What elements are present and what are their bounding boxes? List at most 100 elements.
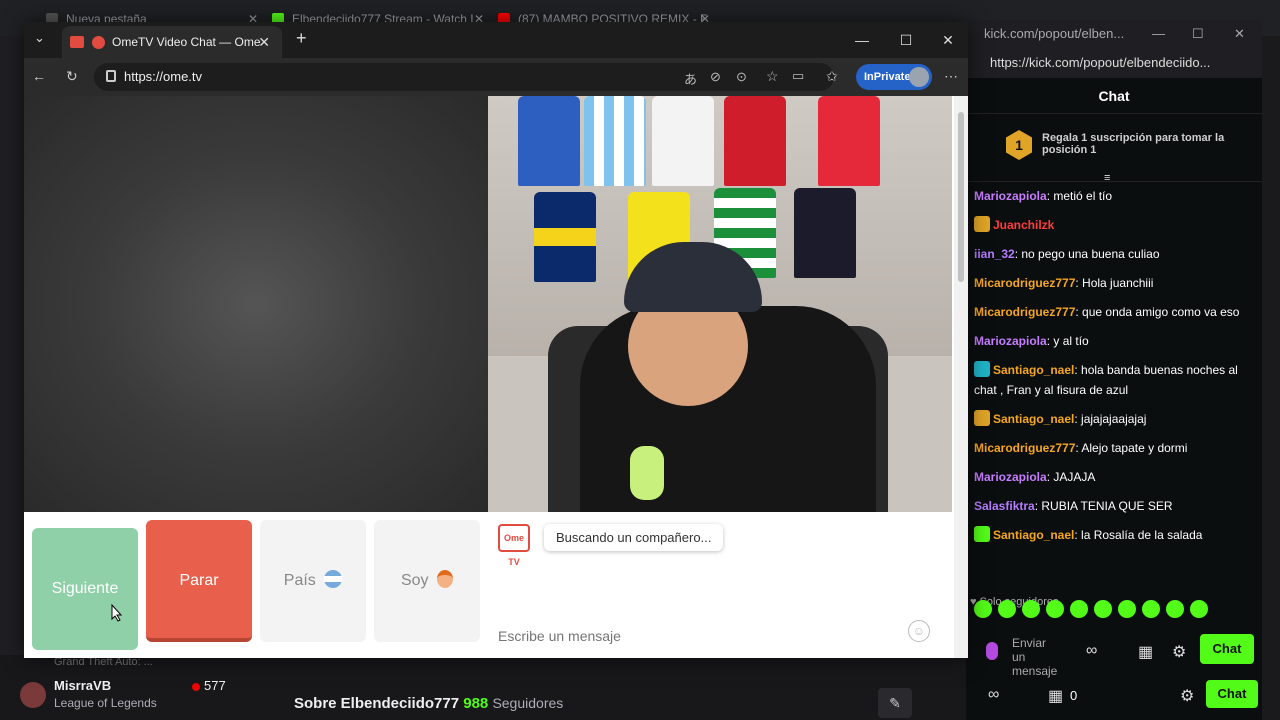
microphone-icon[interactable] bbox=[986, 642, 998, 660]
close-icon[interactable]: ✕ bbox=[1234, 20, 1245, 48]
page-scrollbar[interactable] bbox=[954, 96, 968, 658]
emote-icon[interactable] bbox=[1166, 600, 1184, 618]
kick-window-title: kick.com/popout/elben... bbox=[984, 26, 1125, 41]
tracking-prevention-icon[interactable]: ⊘ bbox=[710, 69, 721, 85]
subscriber-badge-icon bbox=[974, 410, 990, 426]
emote-icon[interactable] bbox=[1142, 600, 1160, 618]
infinity-icon[interactable]: ∞ bbox=[988, 686, 999, 704]
chat-username[interactable]: Santiago_nael bbox=[993, 528, 1074, 542]
jersey-image bbox=[818, 96, 880, 186]
chat-username[interactable]: iian_32 bbox=[974, 247, 1015, 261]
emote-icon[interactable] bbox=[1118, 600, 1136, 618]
chat-username[interactable]: Micarodriguez777 bbox=[974, 441, 1075, 455]
message-input[interactable] bbox=[498, 624, 938, 648]
status-bubble: Buscando un compañero... bbox=[544, 524, 724, 551]
emote-icon[interactable] bbox=[1022, 600, 1040, 618]
chat-username[interactable]: Santiago_nael bbox=[993, 363, 1074, 377]
chat-username[interactable]: Salasfiktra bbox=[974, 499, 1035, 513]
chat-message: Micarodriguez777: Hola juanchiii bbox=[974, 273, 1258, 293]
edit-pencil-icon[interactable]: ✎ bbox=[878, 688, 912, 718]
chat-text: jajajajaajajaj bbox=[1081, 412, 1147, 426]
chat-message: Mariozapiola: JAJAJA bbox=[974, 467, 1258, 487]
maximize-icon[interactable]: ☐ bbox=[1192, 20, 1204, 48]
edge-toolbar: ← ↻ https://ome.tv あ ⊘ ⊙ ☆ ▭ ✩ InPrivate… bbox=[24, 58, 968, 96]
emote-icon[interactable] bbox=[974, 600, 992, 618]
gender-button[interactable]: Soy bbox=[374, 520, 480, 642]
address-bar[interactable]: https://ome.tv あ ⊘ ⊙ ☆ ▭ bbox=[94, 63, 834, 91]
chat-username[interactable]: Mariozapiola bbox=[974, 470, 1047, 484]
background-right-edge bbox=[1262, 36, 1280, 720]
refresh-icon[interactable]: ↻ bbox=[66, 68, 78, 85]
translate-icon[interactable]: あ bbox=[684, 69, 697, 88]
chat-message: iian_32: no pego una buena culiao bbox=[974, 244, 1258, 264]
emote-bar[interactable] bbox=[974, 600, 1254, 624]
emote-icon[interactable] bbox=[998, 600, 1016, 618]
chat-send-button[interactable]: Chat bbox=[1200, 634, 1254, 664]
chat-username[interactable]: Santiago_nael bbox=[993, 412, 1074, 426]
chat-username[interactable]: Mariozapiola bbox=[974, 334, 1047, 348]
extension-icon[interactable]: ⊙ bbox=[736, 69, 747, 85]
infinity-icon[interactable]: ∞ bbox=[1086, 642, 1097, 660]
chat-message: Santiago_nael: hola banda buenas noches … bbox=[974, 360, 1258, 400]
emoji-smile-icon[interactable]: ☺ bbox=[908, 620, 930, 642]
emote-icon[interactable] bbox=[1094, 600, 1112, 618]
sub-gift-promo[interactable]: 1 Regala 1 suscripción para tomar la pos… bbox=[966, 114, 1262, 184]
kick-titlebar: kick.com/popout/elben... — ☐ ✕ bbox=[966, 20, 1262, 48]
tab-ometv[interactable]: OmeTV Video Chat — Omegl ✕ bbox=[62, 26, 282, 58]
remote-video-placeholder bbox=[24, 96, 488, 512]
boy-emoji-icon bbox=[437, 570, 454, 588]
minimize-icon[interactable]: — bbox=[840, 22, 884, 58]
scrollbar-thumb[interactable] bbox=[958, 112, 964, 282]
emote-icon[interactable] bbox=[1046, 600, 1064, 618]
chat-message: Mariozapiola: y al tío bbox=[974, 331, 1258, 351]
kick-bottom-bar: ∞ ▦ 0 ⚙ Chat bbox=[966, 678, 1262, 720]
chat-username[interactable]: Mariozapiola bbox=[974, 189, 1047, 203]
subscriber-badge-icon bbox=[974, 361, 990, 377]
chat-username[interactable]: Micarodriguez777 bbox=[974, 305, 1075, 319]
jersey-image bbox=[724, 96, 786, 186]
chat-username[interactable]: Micarodriguez777 bbox=[974, 276, 1075, 290]
favorite-star-icon[interactable]: ☆ bbox=[766, 68, 779, 85]
stop-button-label: Parar bbox=[179, 572, 219, 589]
live-dot-icon bbox=[192, 683, 200, 691]
chat-text: Hola juanchiii bbox=[1082, 276, 1154, 290]
chat-username[interactable]: Juanchilzk bbox=[993, 218, 1054, 232]
more-options-icon[interactable]: ⋯ bbox=[944, 68, 958, 85]
maximize-icon[interactable]: ☐ bbox=[884, 22, 928, 58]
chat-message: Mariozapiola: metió el tío bbox=[974, 186, 1258, 206]
channel-name: MisrraVB bbox=[54, 678, 112, 693]
immersive-reader-icon[interactable]: ▭ bbox=[792, 68, 804, 84]
chat-message: Santiago_nael: jajajajaajajaj bbox=[974, 409, 1258, 429]
country-button[interactable]: País bbox=[260, 520, 366, 642]
chevron-down-icon[interactable]: ⌄ bbox=[34, 30, 45, 46]
chat-button[interactable]: Chat bbox=[1206, 680, 1258, 708]
favorites-icon[interactable]: ✩ bbox=[826, 68, 838, 85]
gear-icon[interactable]: ⚙ bbox=[1180, 686, 1194, 706]
next-button[interactable]: Siguiente bbox=[32, 528, 138, 650]
points-count: 0 bbox=[1070, 688, 1078, 703]
minimize-icon[interactable]: — bbox=[1152, 20, 1165, 48]
url-text: https://ome.tv bbox=[124, 69, 203, 84]
emote-icon[interactable] bbox=[1190, 600, 1208, 618]
gear-icon[interactable]: ⚙ bbox=[1172, 642, 1186, 662]
kick-url-bar[interactable]: https://kick.com/popout/elbendeciido... bbox=[966, 48, 1262, 78]
recommended-channel[interactable]: MisrraVB League of Legends 577 bbox=[20, 678, 260, 718]
stop-button[interactable]: Parar bbox=[146, 520, 252, 642]
rank-medal-icon: 1 bbox=[1006, 130, 1032, 160]
close-icon[interactable]: ✕ bbox=[926, 22, 970, 58]
send-message-input[interactable]: Enviar un mensaje bbox=[1012, 636, 1062, 678]
inprivate-badge[interactable]: InPrivate bbox=[856, 64, 932, 90]
store-icon[interactable]: ▦ bbox=[1138, 642, 1153, 662]
promo-text: Regala 1 suscripción para tomar la posic… bbox=[1042, 132, 1225, 156]
new-tab-icon[interactable]: + bbox=[296, 28, 307, 49]
close-icon[interactable]: ✕ bbox=[258, 26, 270, 58]
kick-url: https://kick.com/popout/elbendeciido... bbox=[990, 55, 1211, 70]
pin-drag-icon[interactable]: ≡ bbox=[1104, 172, 1110, 184]
emote-icon[interactable] bbox=[1070, 600, 1088, 618]
next-button-label: Siguiente bbox=[51, 580, 119, 597]
country-button-label: País bbox=[283, 572, 316, 589]
store-icon[interactable]: ▦ bbox=[1048, 686, 1063, 706]
back-arrow-icon[interactable]: ← bbox=[32, 68, 46, 84]
chat-text: que onda amigo como va eso bbox=[1082, 305, 1240, 319]
background-sidebar bbox=[0, 36, 24, 720]
